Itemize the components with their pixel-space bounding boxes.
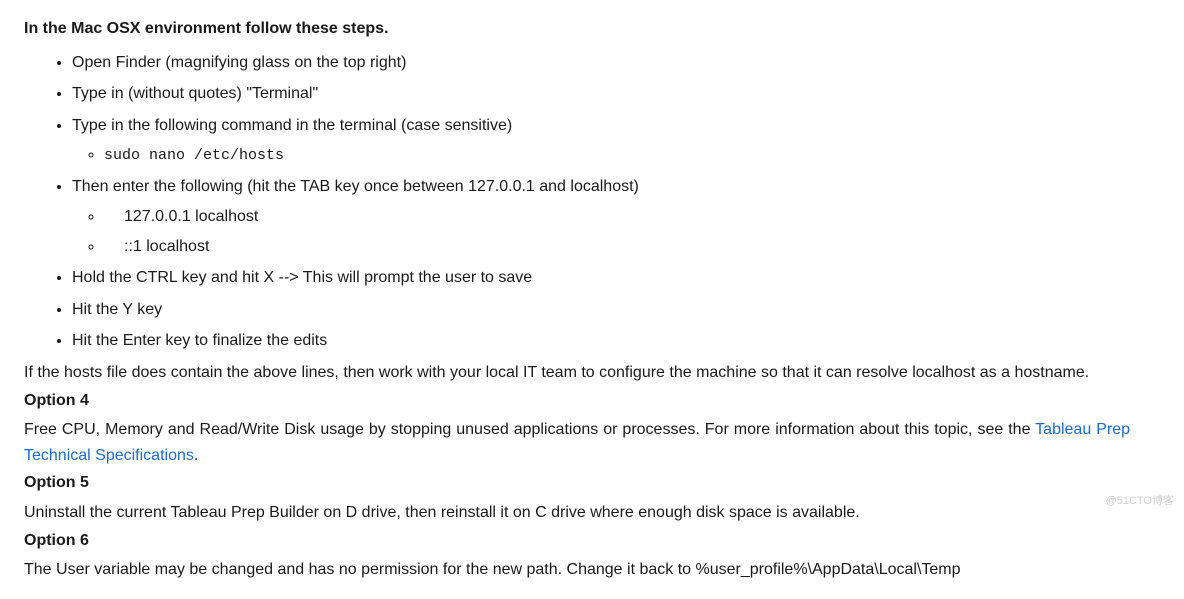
option-5-heading: Option 5 — [24, 470, 1130, 496]
option-6-heading: Option 6 — [24, 528, 1130, 554]
hosts-entry-text: ::1 localhost — [124, 238, 209, 255]
step-item: Then enter the following (hit the TAB ke… — [72, 174, 1130, 259]
step-item: Type in (without quotes) "Terminal" — [72, 81, 1130, 107]
steps-list: Open Finder (magnifying glass on the top… — [72, 50, 1130, 354]
hosts-entry: 127.0.0.1 localhost — [104, 204, 1130, 230]
option-4-text: Free CPU, Memory and Read/Write Disk usa… — [24, 417, 1130, 468]
step-item: Hit the Enter key to finalize the edits — [72, 328, 1130, 354]
step-text: Type in the following command in the ter… — [72, 117, 512, 134]
option-4-heading: Option 4 — [24, 388, 1130, 414]
option-4-text-after: . — [194, 447, 198, 464]
step-text: Then enter the following (hit the TAB ke… — [72, 178, 639, 195]
step-item: Hit the Y key — [72, 297, 1130, 323]
option-6-text: The User variable may be changed and has… — [24, 557, 1130, 583]
sub-list: 127.0.0.1 localhost ::1 localhost — [104, 204, 1130, 259]
step-item: Type in the following command in the ter… — [72, 113, 1130, 169]
step-item: Open Finder (magnifying glass on the top… — [72, 50, 1130, 76]
sub-list: sudo nano /etc/hosts — [104, 142, 1130, 168]
section-heading: In the Mac OSX environment follow these … — [24, 16, 1130, 42]
command-text: sudo nano /etc/hosts — [104, 147, 284, 164]
hosts-entry: ::1 localhost — [104, 234, 1130, 260]
step-item: Hold the CTRL key and hit X --> This wil… — [72, 265, 1130, 291]
option-4-text-before: Free CPU, Memory and Read/Write Disk usa… — [24, 421, 1035, 438]
hosts-entry-text: 127.0.0.1 localhost — [124, 208, 258, 225]
after-steps-paragraph: If the hosts file does contain the above… — [24, 360, 1130, 386]
option-5-text: Uninstall the current Tableau Prep Build… — [24, 500, 1130, 526]
command-item: sudo nano /etc/hosts — [104, 142, 1130, 168]
